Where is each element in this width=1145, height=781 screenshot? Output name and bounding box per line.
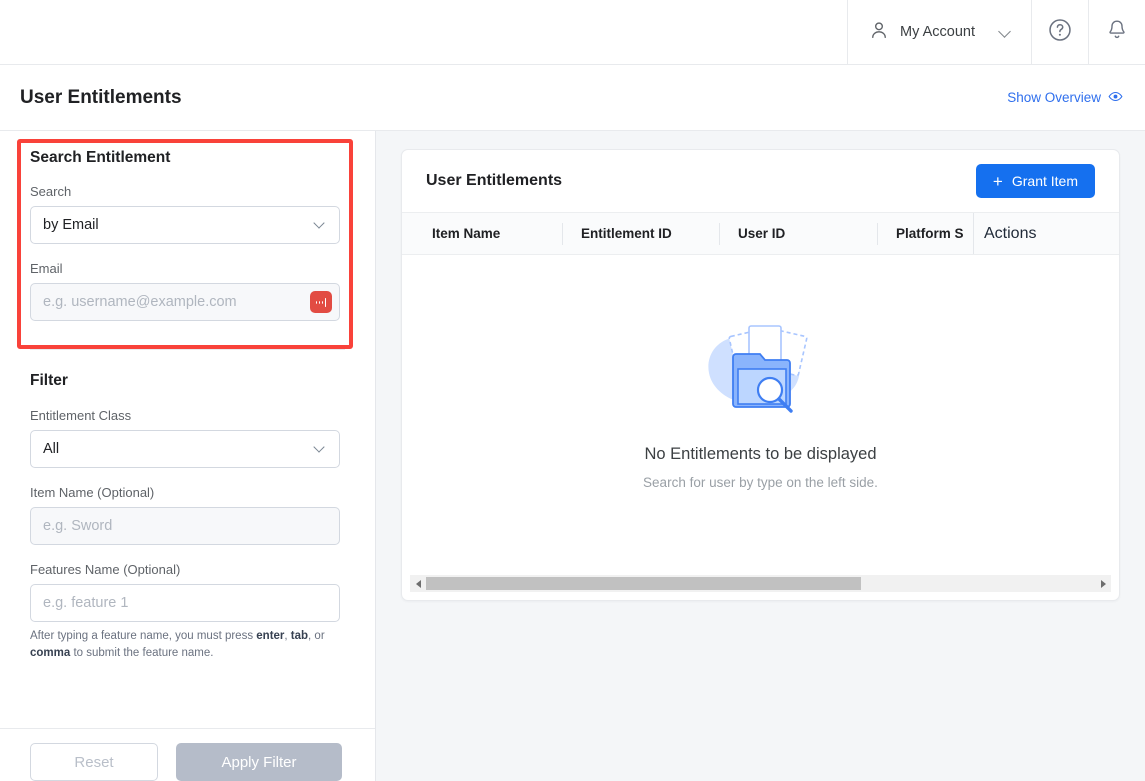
entitlement-class-value: All (43, 441, 60, 457)
hint-prefix: After typing a feature name, you must pr… (30, 630, 257, 642)
notification-bell-icon (1105, 18, 1129, 47)
horizontal-scrollbar[interactable] (410, 575, 1111, 592)
show-overview-label: Show Overview (1007, 90, 1101, 105)
entitlement-class-label: Entitlement Class (30, 408, 132, 423)
email-field-wrapper (30, 283, 340, 321)
search-section-title: Search Entitlement (30, 149, 171, 166)
main-content: User Entitlements + Grant Item Item Name… (376, 131, 1145, 781)
reset-button[interactable]: Reset (30, 743, 158, 781)
empty-state: No Entitlements to be displayed Search f… (402, 255, 1119, 575)
scrollbar-track[interactable] (426, 577, 1095, 590)
features-name-label: Features Name (Optional) (30, 562, 181, 577)
hint-key-tab: tab (290, 630, 309, 642)
column-header-item-name[interactable]: Item Name (402, 223, 562, 245)
hint-key-comma: comma (30, 646, 71, 659)
sidebar-footer: Reset Apply Filter (0, 729, 375, 781)
table-header-row: Item Name Entitlement ID User ID Platfor… (402, 212, 1119, 255)
grant-item-button[interactable]: + Grant Item (975, 164, 1095, 198)
ellipsis-loading-icon[interactable] (310, 291, 332, 313)
item-name-field-wrapper (30, 507, 340, 545)
page-title: User Entitlements (20, 86, 182, 108)
hint-key-enter: enter (256, 630, 285, 642)
card-title: User Entitlements (426, 172, 563, 189)
features-name-hint: After typing a feature name, you must pr… (30, 628, 340, 661)
features-name-field-wrapper (30, 584, 340, 622)
search-type-select[interactable]: by Email (30, 206, 340, 244)
apply-filter-button[interactable]: Apply Filter (176, 743, 342, 781)
help-circle-icon (1047, 17, 1073, 48)
content-split: Search Entitlement Search by Email Email (0, 131, 1145, 781)
page-header: User Entitlements Show Overview (0, 65, 1145, 131)
scrollbar-thumb[interactable] (426, 577, 861, 590)
empty-state-title: No Entitlements to be displayed (644, 445, 877, 463)
grant-item-label: Grant Item (1011, 173, 1078, 189)
email-input[interactable] (43, 294, 327, 310)
search-entitlement-section: Search Entitlement Search by Email Email (0, 131, 375, 321)
entitlement-class-select[interactable]: All (30, 430, 340, 468)
item-name-input[interactable] (43, 518, 327, 534)
top-navigation-bar: My Account (0, 0, 1145, 65)
chevron-down-icon (315, 219, 327, 231)
hint-sep-2: , or (308, 630, 325, 642)
card-header: User Entitlements + Grant Item (402, 150, 1119, 212)
entitlements-table: Item Name Entitlement ID User ID Platfor… (402, 212, 1119, 600)
user-avatar-icon (868, 19, 890, 46)
folder-search-empty-icon (687, 314, 835, 429)
filter-section-title: Filter (30, 372, 68, 389)
show-overview-link[interactable]: Show Overview (1007, 89, 1123, 107)
column-header-actions[interactable]: Actions (973, 213, 1119, 254)
notifications-button[interactable] (1088, 0, 1145, 64)
chevron-down-icon (315, 443, 327, 455)
scroll-right-arrow-icon[interactable] (1095, 575, 1111, 592)
entitlements-card: User Entitlements + Grant Item Item Name… (401, 149, 1120, 601)
chevron-down-icon (999, 25, 1013, 39)
filter-section: Filter Entitlement Class All Item Name (… (0, 350, 375, 661)
column-header-entitlement-id[interactable]: Entitlement ID (562, 222, 719, 245)
column-header-user-id[interactable]: User ID (719, 222, 877, 245)
sidebar-scroll-area: Search Entitlement Search by Email Email (0, 131, 375, 728)
empty-state-subtitle: Search for user by type on the left side… (643, 475, 878, 490)
eye-icon (1108, 89, 1123, 107)
plus-icon: + (992, 171, 1003, 191)
search-type-value: by Email (43, 217, 99, 233)
column-header-actions-label: Actions (984, 224, 1037, 242)
filter-sidebar: Search Entitlement Search by Email Email (0, 131, 376, 781)
account-menu[interactable]: My Account (847, 0, 1031, 64)
search-type-label: Search (30, 184, 72, 199)
hint-suffix: to submit the feature name. (70, 646, 214, 659)
item-name-label: Item Name (Optional) (30, 485, 155, 500)
email-label: Email (30, 261, 63, 276)
help-button[interactable] (1031, 0, 1088, 64)
scroll-left-arrow-icon[interactable] (410, 575, 426, 592)
account-name-label: My Account (900, 24, 975, 40)
features-name-input[interactable] (43, 595, 327, 611)
